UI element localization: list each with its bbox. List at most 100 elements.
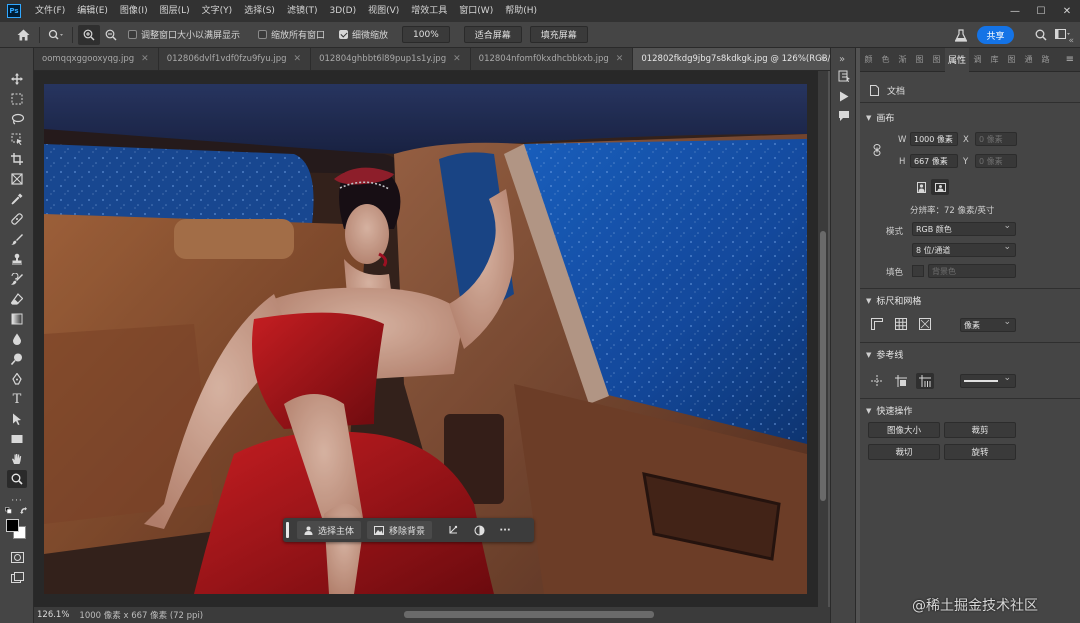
tab-libraries[interactable]: 库 — [986, 48, 1003, 72]
menu-image[interactable]: 图像(I) — [114, 0, 154, 22]
quick-actions-section-title[interactable]: ▼ 快速操作 — [866, 404, 912, 418]
pixel-grid-icon[interactable] — [916, 316, 934, 332]
image-size-button[interactable]: 图像大小 — [868, 422, 940, 438]
tab-swatches[interactable]: 色 — [877, 48, 894, 72]
menu-file[interactable]: 文件(F) — [29, 0, 71, 22]
width-field[interactable]: 1000 像素 — [910, 132, 958, 146]
checkbox-box[interactable] — [258, 30, 268, 39]
comments-icon[interactable] — [836, 108, 852, 124]
document-tab[interactable]: 012804nfomf0kxdhcbbkxb.jpg ✕ — [471, 48, 634, 70]
document-info[interactable]: 1000 像素 x 667 像素 (72 ppi) — [79, 609, 203, 621]
adjustment-icon[interactable] — [468, 521, 490, 539]
menu-select[interactable]: 选择(S) — [238, 0, 281, 22]
close-tab-icon[interactable]: ✕ — [141, 54, 149, 64]
quick-mask-icon[interactable] — [7, 548, 27, 566]
menu-layer[interactable]: 图层(L) — [154, 0, 196, 22]
panel-menu-icon[interactable]: ≡ — [1066, 54, 1074, 65]
drag-handle[interactable] — [286, 522, 289, 538]
crop-button[interactable]: 裁剪 — [944, 422, 1016, 438]
zoom-tool-preset-icon[interactable] — [45, 25, 67, 45]
flask-icon[interactable] — [950, 25, 972, 45]
rectangle-tool-icon[interactable] — [7, 430, 27, 448]
tab-adjustments[interactable]: 调 — [969, 48, 986, 72]
guides-section-title[interactable]: ▼ 参考线 — [866, 348, 903, 362]
guide-style-dropdown[interactable] — [960, 373, 1016, 388]
portrait-orientation-icon[interactable] — [912, 179, 930, 195]
swap-colors-icon[interactable] — [3, 506, 15, 516]
tab-styles[interactable]: 图 — [928, 48, 945, 72]
menu-type[interactable]: 文字(Y) — [196, 0, 239, 22]
menu-help[interactable]: 帮助(H) — [499, 0, 543, 22]
fill-color-swatch[interactable] — [912, 265, 924, 277]
zoom-in-icon[interactable] — [78, 24, 100, 45]
document-tab[interactable]: 012806dvlf1vdf0fzu9fyu.jpg ✕ — [159, 48, 312, 70]
zoom-level[interactable]: 126.1% — [37, 610, 69, 620]
scrollbar-thumb[interactable] — [820, 231, 826, 501]
blur-tool-icon[interactable] — [7, 330, 27, 348]
hand-tool-icon[interactable] — [7, 450, 27, 468]
home-icon[interactable] — [12, 25, 34, 45]
dodge-tool-icon[interactable] — [7, 350, 27, 368]
fit-screen-button[interactable]: 适合屏幕 — [463, 26, 522, 43]
minimize-button[interactable]: — — [1002, 0, 1028, 22]
eraser-tool-icon[interactable] — [7, 290, 27, 308]
more-options-icon[interactable]: ··· — [494, 521, 516, 539]
guide-layout-icon[interactable] — [868, 373, 886, 389]
link-dimensions-icon[interactable] — [868, 142, 886, 158]
remove-background-button[interactable]: 移除背景 — [367, 521, 433, 539]
guide-lock-icon[interactable] — [916, 373, 934, 389]
eyedropper-tool-icon[interactable] — [7, 190, 27, 208]
menu-window[interactable]: 窗口(W) — [453, 0, 499, 22]
tab-patterns[interactable]: 图 — [911, 48, 928, 72]
landscape-orientation-icon[interactable] — [931, 179, 949, 195]
menu-plugins[interactable]: 增效工具 — [405, 0, 453, 22]
history-brush-tool-icon[interactable] — [7, 270, 27, 288]
share-button[interactable]: 共享 — [977, 26, 1014, 44]
x-field[interactable]: 0 像素 — [975, 132, 1017, 146]
y-field[interactable]: 0 像素 — [975, 154, 1017, 168]
grid-icon[interactable] — [892, 316, 910, 332]
menu-edit[interactable]: 编辑(E) — [71, 0, 114, 22]
history-panel-icon[interactable] — [836, 68, 852, 84]
checkbox-box[interactable] — [128, 30, 137, 39]
fill-dropdown[interactable]: 背景色 — [928, 264, 1016, 278]
panel-collapse-icon[interactable]: « — [1068, 36, 1074, 46]
tab-paths[interactable]: 路 — [1037, 48, 1054, 72]
zoom-all-windows-checkbox[interactable]: 缩放所有窗口 — [258, 28, 325, 41]
zoom-out-icon[interactable] — [100, 25, 122, 45]
gradient-tool-icon[interactable] — [7, 310, 27, 328]
tab-properties[interactable]: 属性 — [945, 47, 969, 72]
default-colors-icon[interactable] — [18, 506, 30, 516]
ruler-unit-dropdown[interactable]: 像素 — [960, 317, 1016, 332]
tab-gradients[interactable]: 渐 — [894, 48, 911, 72]
healing-brush-tool-icon[interactable] — [7, 210, 27, 228]
pen-tool-icon[interactable] — [7, 370, 27, 388]
crop-tool-icon[interactable] — [7, 150, 27, 168]
zoom-tool-icon[interactable] — [7, 470, 27, 488]
close-tab-icon[interactable]: ✕ — [294, 54, 302, 64]
ruler-icon[interactable] — [868, 316, 886, 332]
close-tab-icon[interactable]: ✕ — [616, 54, 624, 64]
tab-layers[interactable]: 图 — [1003, 48, 1020, 72]
tab-color[interactable]: 颜 — [860, 48, 877, 72]
color-mode-dropdown[interactable]: RGB 颜色 — [912, 221, 1016, 236]
trim-button[interactable]: 裁切 — [868, 444, 940, 460]
screen-mode-icon[interactable] — [7, 568, 27, 586]
scrubby-zoom-checkbox[interactable]: 细微缩放 — [339, 28, 388, 41]
search-icon[interactable] — [1030, 25, 1052, 45]
document-tab-active[interactable]: 012802fkdg9jbg7s8kdkgk.jpg @ 126%(RGB/8#… — [633, 48, 830, 70]
document-tab[interactable]: oomqqxggooxyqg.jpg ✕ — [34, 48, 159, 70]
rulers-grids-section-title[interactable]: ▼ 标尺和网格 — [866, 294, 921, 308]
stamp-tool-icon[interactable] — [7, 250, 27, 268]
menu-3d[interactable]: 3D(D) — [323, 0, 362, 22]
height-field[interactable]: 667 像素 — [910, 154, 958, 168]
frame-tool-icon[interactable] — [7, 170, 27, 188]
more-tabs-icon[interactable]: » — [820, 53, 826, 64]
checkbox-box[interactable] — [339, 30, 349, 39]
rotate-button[interactable]: 旋转 — [944, 444, 1016, 460]
guide-from-shape-icon[interactable] — [892, 373, 910, 389]
canvas-section-title[interactable]: ▼ 画布 — [866, 111, 894, 125]
type-tool-icon[interactable]: T — [7, 390, 27, 408]
close-button[interactable]: ✕ — [1054, 0, 1080, 22]
select-subject-button[interactable]: 选择主体 — [297, 521, 362, 539]
